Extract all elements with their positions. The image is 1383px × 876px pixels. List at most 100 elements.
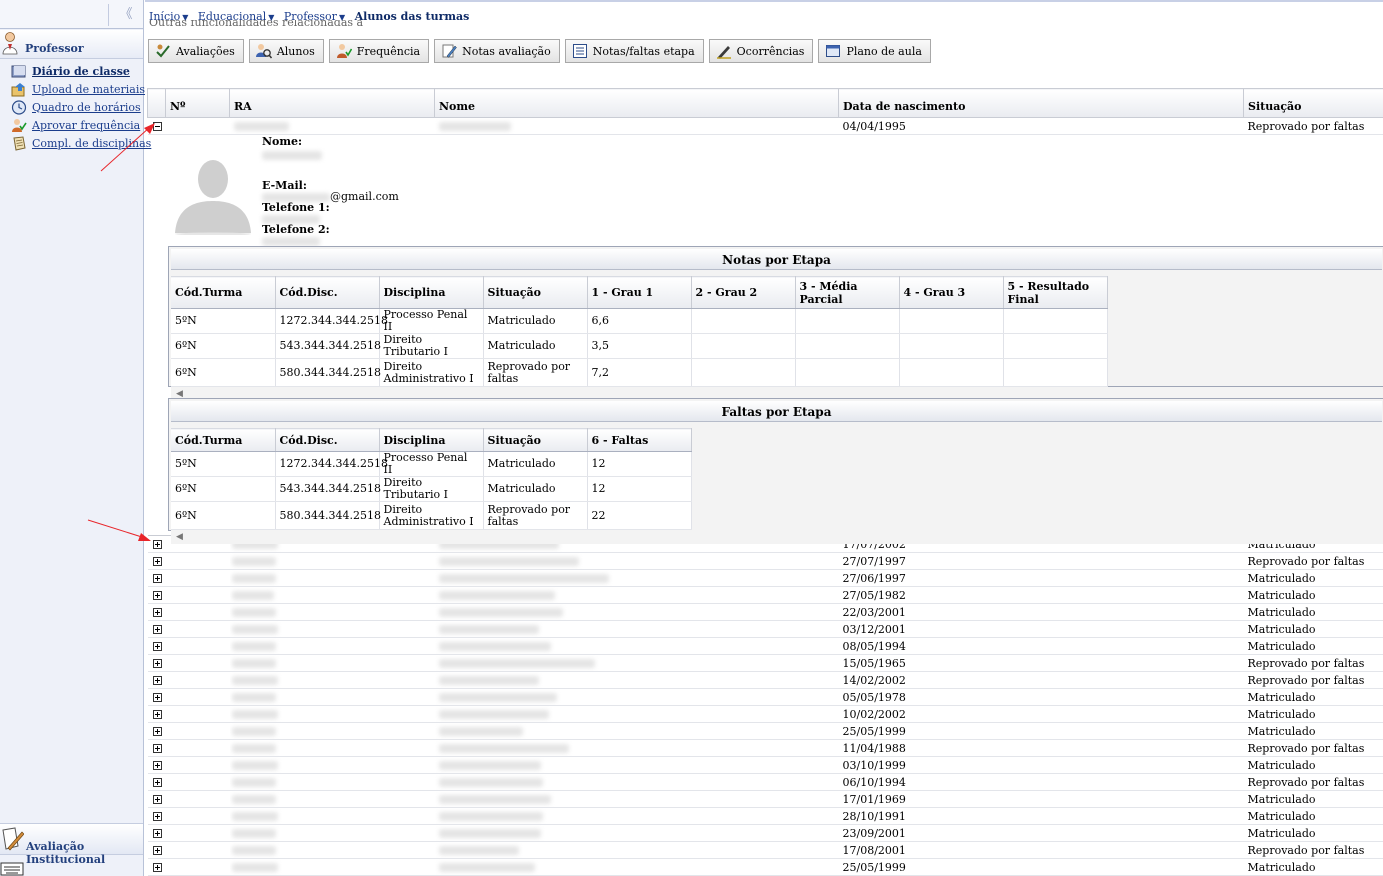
column-header[interactable]: Cód.Turma: [171, 276, 276, 309]
sidebar-item-aprovar[interactable]: Aprovar frequência: [0, 116, 143, 134]
column-header[interactable]: Situação: [483, 428, 588, 452]
sidebar-item-diario[interactable]: Diário de classe: [0, 62, 143, 80]
keyboard-icon[interactable]: [0, 862, 24, 876]
sidebar-item-label[interactable]: Quadro de horários: [32, 101, 141, 114]
sidebar-item-label[interactable]: Upload de materiais: [32, 83, 145, 96]
redacted-text: [231, 608, 276, 617]
table-row[interactable]: 17/01/1969 Matriculado: [147, 790, 1383, 808]
absences-scroll-left-icon[interactable]: ◀: [171, 530, 1383, 544]
collapse-icon[interactable]: [152, 122, 162, 131]
expand-cell: [147, 722, 166, 740]
expand-icon[interactable]: [152, 676, 162, 685]
button-label: Alunos: [276, 44, 315, 58]
table-row[interactable]: 17/08/2001 Reprovado por faltas: [147, 841, 1383, 859]
avaliacoes-button[interactable]: Avaliações: [148, 39, 244, 63]
expand-icon[interactable]: [152, 659, 162, 668]
sidebar-item-quadro[interactable]: Quadro de horários: [0, 98, 143, 116]
column-header[interactable]: 3 - Média Parcial: [795, 276, 900, 309]
expand-icon[interactable]: [152, 778, 162, 787]
sidebar-section-professor[interactable]: Professor: [0, 30, 143, 59]
column-header[interactable]: Cód.Turma: [171, 428, 276, 452]
column-header[interactable]: 2 - Grau 2: [691, 276, 796, 309]
table-row[interactable]: 03/10/1999 Matriculado: [147, 756, 1383, 774]
table-row[interactable]: 27/07/1997 Reprovado por faltas: [147, 552, 1383, 570]
cell-nome: [434, 688, 839, 706]
collapse-sidebar-icon[interactable]: 《: [108, 4, 143, 26]
sidebar-footer-title: Avaliação Institucional: [26, 840, 106, 866]
table-row[interactable]: 14/02/2002 Reprovado por faltas: [147, 671, 1383, 689]
notas-faltas-etapa-button[interactable]: Notas/faltas etapa: [564, 39, 704, 63]
grades-header-row: Cód.Turma Cód.Disc. Disciplina Situação 1 - …: [171, 276, 1108, 309]
column-header[interactable]: 5 - Resultado Final: [1003, 276, 1108, 309]
table-row[interactable]: 25/05/1999 Matriculado: [147, 722, 1383, 740]
redacted-text: [438, 122, 511, 131]
column-header-ra[interactable]: RA: [229, 88, 435, 118]
expand-icon[interactable]: [152, 557, 162, 566]
expand-icon[interactable]: [152, 795, 162, 804]
column-header[interactable]: Cód.Disc.: [275, 428, 380, 452]
table-row[interactable]: 22/03/2001 Matriculado: [147, 603, 1383, 621]
column-header[interactable]: Disciplina: [379, 428, 484, 452]
column-header[interactable]: 4 - Grau 3: [899, 276, 1004, 309]
column-header[interactable]: Cód.Disc.: [275, 276, 380, 309]
column-header[interactable]: Disciplina: [379, 276, 484, 309]
table-row[interactable]: 06/10/1994 Reprovado por faltas: [147, 773, 1383, 791]
table-cell: 6ºN: [171, 476, 276, 502]
expand-icon[interactable]: [152, 761, 162, 770]
expand-icon[interactable]: [152, 744, 162, 753]
alunos-button[interactable]: Alunos: [248, 39, 324, 63]
table-row[interactable]: 15/05/1965 Reprovado por faltas: [147, 654, 1383, 672]
sidebar-item-label[interactable]: Aprovar frequência: [32, 119, 140, 132]
table-row[interactable]: 03/12/2001 Matriculado: [147, 620, 1383, 638]
column-header[interactable]: Situação: [483, 276, 588, 309]
table-cell: 7,2: [587, 358, 692, 387]
cell-data-nascimento: 03/10/1999: [838, 756, 1244, 774]
expand-icon[interactable]: [152, 846, 162, 855]
column-header-situacao[interactable]: Situação: [1243, 88, 1383, 118]
cell-situacao: Reprovado por faltas: [1243, 773, 1383, 791]
expand-icon[interactable]: [152, 625, 162, 634]
ocorrencias-button[interactable]: Ocorrências: [708, 39, 814, 63]
table-row[interactable]: 27/05/1982 Matriculado: [147, 586, 1383, 604]
expand-icon[interactable]: [152, 710, 162, 719]
expand-icon[interactable]: [152, 591, 162, 600]
column-header[interactable]: 1 - Grau 1: [587, 276, 692, 309]
table-cell: 1272.344.344.2518: [275, 308, 388, 334]
notas-avaliacao-button[interactable]: Notas avaliação: [434, 39, 560, 63]
table-row[interactable]: 28/10/1991 Matriculado: [147, 807, 1383, 825]
expand-icon[interactable]: [152, 727, 162, 736]
expand-icon[interactable]: [152, 863, 162, 872]
expand-icon[interactable]: [152, 829, 162, 838]
expand-icon[interactable]: [152, 540, 162, 549]
column-header[interactable]: 6 - Faltas: [587, 428, 692, 452]
column-header-nome[interactable]: Nome: [434, 88, 839, 118]
table-row[interactable]: 25/05/1999 Matriculado: [147, 858, 1383, 876]
table-row[interactable]: 05/05/1978 Matriculado: [147, 688, 1383, 706]
table-row[interactable]: 10/02/2002 Matriculado: [147, 705, 1383, 723]
sidebar-top-bar: 《: [0, 0, 143, 29]
expand-icon[interactable]: [152, 693, 162, 702]
table-row[interactable]: 11/04/1988 Reprovado por faltas: [147, 739, 1383, 757]
cell-numero: [165, 620, 230, 638]
sidebar-item-upload[interactable]: Upload de materiais: [0, 80, 145, 98]
expand-icon[interactable]: [152, 574, 162, 583]
sidebar-section-avaliacao[interactable]: Avaliação Institucional: [0, 823, 143, 866]
sidebar-item-label[interactable]: Compl. de disciplinas: [32, 137, 151, 150]
cell-numero: [165, 586, 230, 604]
plano-de-aula-button[interactable]: Plano de aula: [818, 39, 931, 63]
table-row[interactable]: 23/09/2001 Matriculado: [147, 824, 1383, 842]
expand-cell: [147, 671, 166, 689]
expand-icon[interactable]: [152, 642, 162, 651]
cell-numero: [165, 603, 230, 621]
expand-icon[interactable]: [152, 812, 162, 821]
column-header-numero[interactable]: Nº: [165, 88, 230, 118]
sidebar-item-compl[interactable]: Compl. de disciplinas: [0, 134, 151, 152]
frequencia-button[interactable]: Frequência: [328, 39, 430, 63]
table-row[interactable]: 27/06/1997 Matriculado: [147, 569, 1383, 587]
cell-ra: [229, 773, 435, 791]
column-header-data-nascimento[interactable]: Data de nascimento: [838, 88, 1244, 118]
expand-icon[interactable]: [152, 608, 162, 617]
table-row[interactable]: 08/05/1994 Matriculado: [147, 637, 1383, 655]
sidebar-item-label[interactable]: Diário de classe: [32, 65, 130, 78]
table-row: 6ºN 543.344.344.2518 Direito Tributario IM…: [171, 333, 1108, 359]
